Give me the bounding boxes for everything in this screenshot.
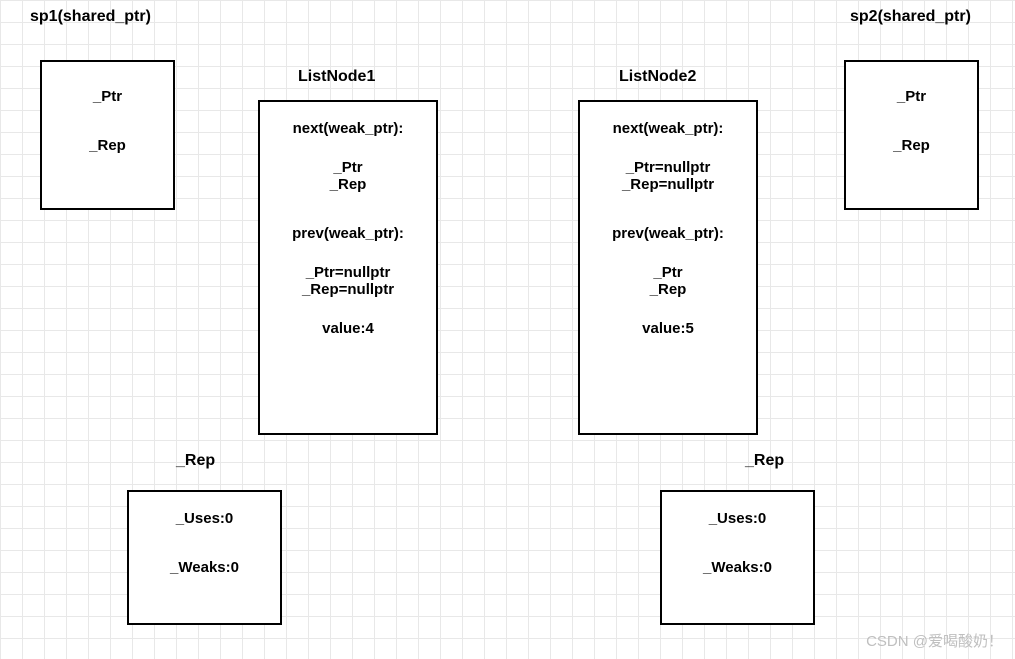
node2-value: value:5 [642, 320, 694, 337]
rep1-uses: _Uses:0 [176, 510, 234, 527]
rep2-weaks: _Weaks:0 [703, 559, 772, 576]
rep1-title: _Rep [176, 452, 215, 470]
rep2-box: _Uses:0 _Weaks:0 [660, 490, 815, 625]
node1-value: value:4 [322, 320, 374, 337]
node2-next-ptr: _Ptr=nullptr [626, 159, 711, 176]
node2-prev-rep: _Rep [650, 281, 687, 298]
rep2-title: _Rep [745, 452, 784, 470]
listnode2-box: next(weak_ptr): _Ptr=nullptr _Rep=nullpt… [578, 100, 758, 435]
listnode2-title: ListNode2 [619, 68, 696, 86]
node2-prev-label: prev(weak_ptr): [612, 225, 724, 242]
rep1-weaks: _Weaks:0 [170, 559, 239, 576]
node1-prev-label: prev(weak_ptr): [292, 225, 404, 242]
listnode1-title: ListNode1 [298, 68, 375, 86]
rep1-box: _Uses:0 _Weaks:0 [127, 490, 282, 625]
sp1-box: _Ptr _Rep [40, 60, 175, 210]
node2-next-label: next(weak_ptr): [613, 120, 724, 137]
node2-next-rep: _Rep=nullptr [622, 176, 714, 193]
node1-next-label: next(weak_ptr): [293, 120, 404, 137]
sp1-title: sp1(shared_ptr) [30, 8, 151, 26]
node1-prev-ptr: _Ptr=nullptr [306, 264, 391, 281]
sp2-title: sp2(shared_ptr) [850, 8, 971, 26]
node1-next-ptr: _Ptr [333, 159, 362, 176]
sp2-ptr-field: _Ptr [897, 88, 926, 105]
node1-prev-rep: _Rep=nullptr [302, 281, 394, 298]
rep2-uses: _Uses:0 [709, 510, 767, 527]
node2-prev-ptr: _Ptr [653, 264, 682, 281]
listnode1-box: next(weak_ptr): _Ptr _Rep prev(weak_ptr)… [258, 100, 438, 435]
sp1-ptr-field: _Ptr [93, 88, 122, 105]
watermark: CSDN @爱喝酸奶！ [866, 630, 1003, 651]
sp2-rep-field: _Rep [893, 137, 930, 154]
sp1-rep-field: _Rep [89, 137, 126, 154]
sp2-box: _Ptr _Rep [844, 60, 979, 210]
node1-next-rep: _Rep [330, 176, 367, 193]
